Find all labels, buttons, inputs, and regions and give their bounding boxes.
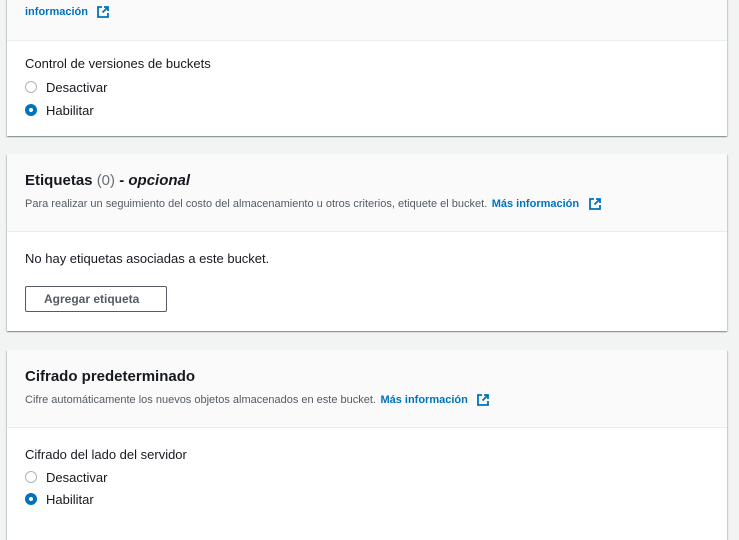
encryption-option-disable[interactable]: Desactivar xyxy=(25,466,107,488)
radio-button[interactable] xyxy=(25,471,37,483)
tags-more-info-link[interactable]: Más información xyxy=(492,198,579,210)
tags-panel-header: Etiquetas (0) - opcional Para realizar u… xyxy=(7,154,727,232)
encryption-panel: Cifrado predeterminado Cifre automáticam… xyxy=(7,350,727,540)
tags-empty-message: No hay etiquetas asociadas a este bucket… xyxy=(25,251,270,266)
encryption-option-enable[interactable]: Habilitar xyxy=(25,488,94,510)
versioning-option-enable[interactable]: Habilitar xyxy=(25,99,94,121)
radio-button-checked[interactable] xyxy=(25,493,37,505)
versioning-panel: información Control de versiones de buck… xyxy=(7,0,727,136)
external-link-icon[interactable] xyxy=(96,5,110,19)
tags-title-text: Etiquetas xyxy=(25,172,93,189)
tags-count: (0) xyxy=(96,172,116,189)
radio-label: Desactivar xyxy=(46,79,108,95)
radio-button-checked[interactable] xyxy=(25,104,37,116)
add-tag-button[interactable]: Agregar etiqueta xyxy=(25,286,167,312)
encryption-title: Cifrado predeterminado xyxy=(25,368,196,385)
tags-optional-label: - opcional xyxy=(119,172,191,189)
encryption-field-label: Cifrado del lado del servidor xyxy=(25,447,187,462)
encryption-description: Cifre automáticamente los nuevos objetos… xyxy=(25,394,376,406)
tags-panel: Etiquetas (0) - opcional Para realizar u… xyxy=(7,154,727,331)
external-link-icon[interactable] xyxy=(588,197,602,211)
external-link-icon[interactable] xyxy=(476,393,490,407)
versioning-option-disable[interactable]: Desactivar xyxy=(25,76,107,98)
tags-title: Etiquetas (0) - opcional xyxy=(25,172,190,189)
radio-label: Habilitar xyxy=(46,102,94,118)
versioning-panel-header: información xyxy=(7,0,727,41)
versioning-more-info-link[interactable]: información xyxy=(25,6,88,18)
encryption-panel-header: Cifrado predeterminado Cifre automáticam… xyxy=(7,350,727,428)
encryption-more-info-link[interactable]: Más información xyxy=(380,394,467,406)
tags-description: Para realizar un seguimiento del costo d… xyxy=(25,198,488,210)
versioning-field-label: Control de versiones de buckets xyxy=(25,56,211,71)
radio-label: Habilitar xyxy=(46,491,94,507)
radio-button[interactable] xyxy=(25,81,37,93)
radio-label: Desactivar xyxy=(46,469,108,485)
